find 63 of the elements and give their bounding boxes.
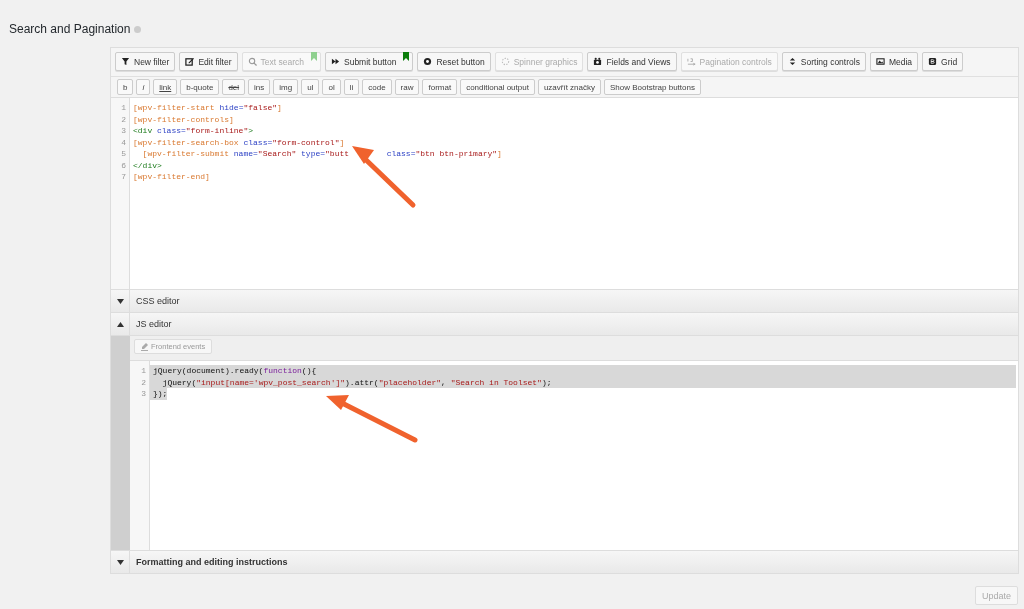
toolbar-button[interactable]: Edit filter (179, 52, 238, 71)
line-number: 1 (120, 102, 127, 114)
quicktag-button[interactable]: Show Bootstrap buttons (604, 79, 701, 95)
toolbar-icon (500, 57, 510, 66)
quicktag-button[interactable]: link (153, 79, 178, 95)
quicktag-button[interactable]: b-quote (180, 79, 220, 95)
line-number: 3 (140, 388, 147, 400)
section-toggle[interactable]: JS editor (136, 319, 172, 329)
toolbar-icon (331, 57, 340, 66)
expand-caret-icon[interactable] (116, 298, 124, 304)
line-number: 5 (120, 148, 127, 160)
page-title: Search and Pagination (9, 22, 131, 36)
code-line: </div> (132, 159, 162, 171)
quicktag-button[interactable]: img (273, 79, 299, 95)
code-line: }); (152, 388, 168, 400)
toolbar-icon (787, 57, 797, 66)
line-number: 2 (120, 113, 127, 125)
quicktag-button[interactable]: code (362, 79, 392, 95)
toolbar-button[interactable]: Sorting controls (781, 52, 866, 71)
quicktag-button[interactable]: conditional output (460, 79, 535, 95)
quicktag-button[interactable]: raw (394, 79, 420, 95)
quicktag-button[interactable]: ul (301, 79, 320, 95)
toolbar-icon (121, 57, 130, 66)
line-number: 3 (120, 125, 127, 137)
quicktag-button[interactable]: ins (248, 79, 271, 95)
code-line: jQuery(document).ready(function(){ (152, 365, 317, 377)
expand-caret-icon[interactable] (116, 559, 124, 565)
toolbar-icon (686, 57, 696, 66)
toolbar-icon (423, 57, 433, 66)
toolbar-button[interactable]: Fields and Views (587, 52, 677, 71)
quicktag-button[interactable]: i (136, 79, 151, 95)
quicktag-button[interactable]: ol (322, 79, 341, 95)
code-line: jQuery("input[name='wpv_post_search']").attr("placeholder", "Search in Toolset"); (161, 376, 552, 388)
line-number: 7 (120, 171, 127, 183)
code-line: [wpv-filter-search-box class="form-control"] (132, 136, 345, 148)
section-toggle[interactable]: CSS editor (136, 296, 180, 306)
pencil-icon (141, 342, 148, 351)
quicktag-button[interactable]: uzavřít značky (537, 79, 601, 95)
line-number: 1 (140, 365, 147, 377)
collapse-caret-icon[interactable] (116, 321, 124, 327)
toolbar-button[interactable]: Media (869, 52, 919, 71)
quicktag-button[interactable]: format (422, 79, 458, 95)
toolbar-icon (247, 57, 257, 66)
quicktag-button[interactable]: li (343, 79, 360, 95)
code-line: [wpv-filter-controls] (132, 113, 234, 125)
line-number: 6 (120, 159, 127, 171)
toolbar-button[interactable]: Submit button (325, 52, 414, 71)
section-toggle[interactable]: Formatting and editing instructions (136, 557, 288, 567)
code-line: [wpv-filter-submit name="Search" type="butt class="btn btn-primary"] (141, 148, 502, 160)
toolbar-button[interactable]: Grid (922, 52, 964, 71)
toolbar-icon (185, 57, 195, 66)
toolbar-icon (875, 57, 885, 66)
line-number: 2 (140, 376, 147, 388)
line-number: 4 (120, 136, 127, 148)
toolbar-button[interactable]: Reset button (417, 52, 491, 71)
toolbar-icon (928, 57, 938, 66)
code-line: [wpv-filter-end] (132, 171, 210, 183)
toolbar-button[interactable]: New filter (115, 52, 176, 71)
code-line: [wpv-filter-start hide="false"] (132, 102, 282, 114)
quicktag-button[interactable]: b (117, 79, 134, 95)
code-line: <div class="form-inline"> (132, 125, 254, 137)
toolbar-icon (593, 57, 603, 66)
quicktag-button[interactable]: del (222, 79, 246, 95)
